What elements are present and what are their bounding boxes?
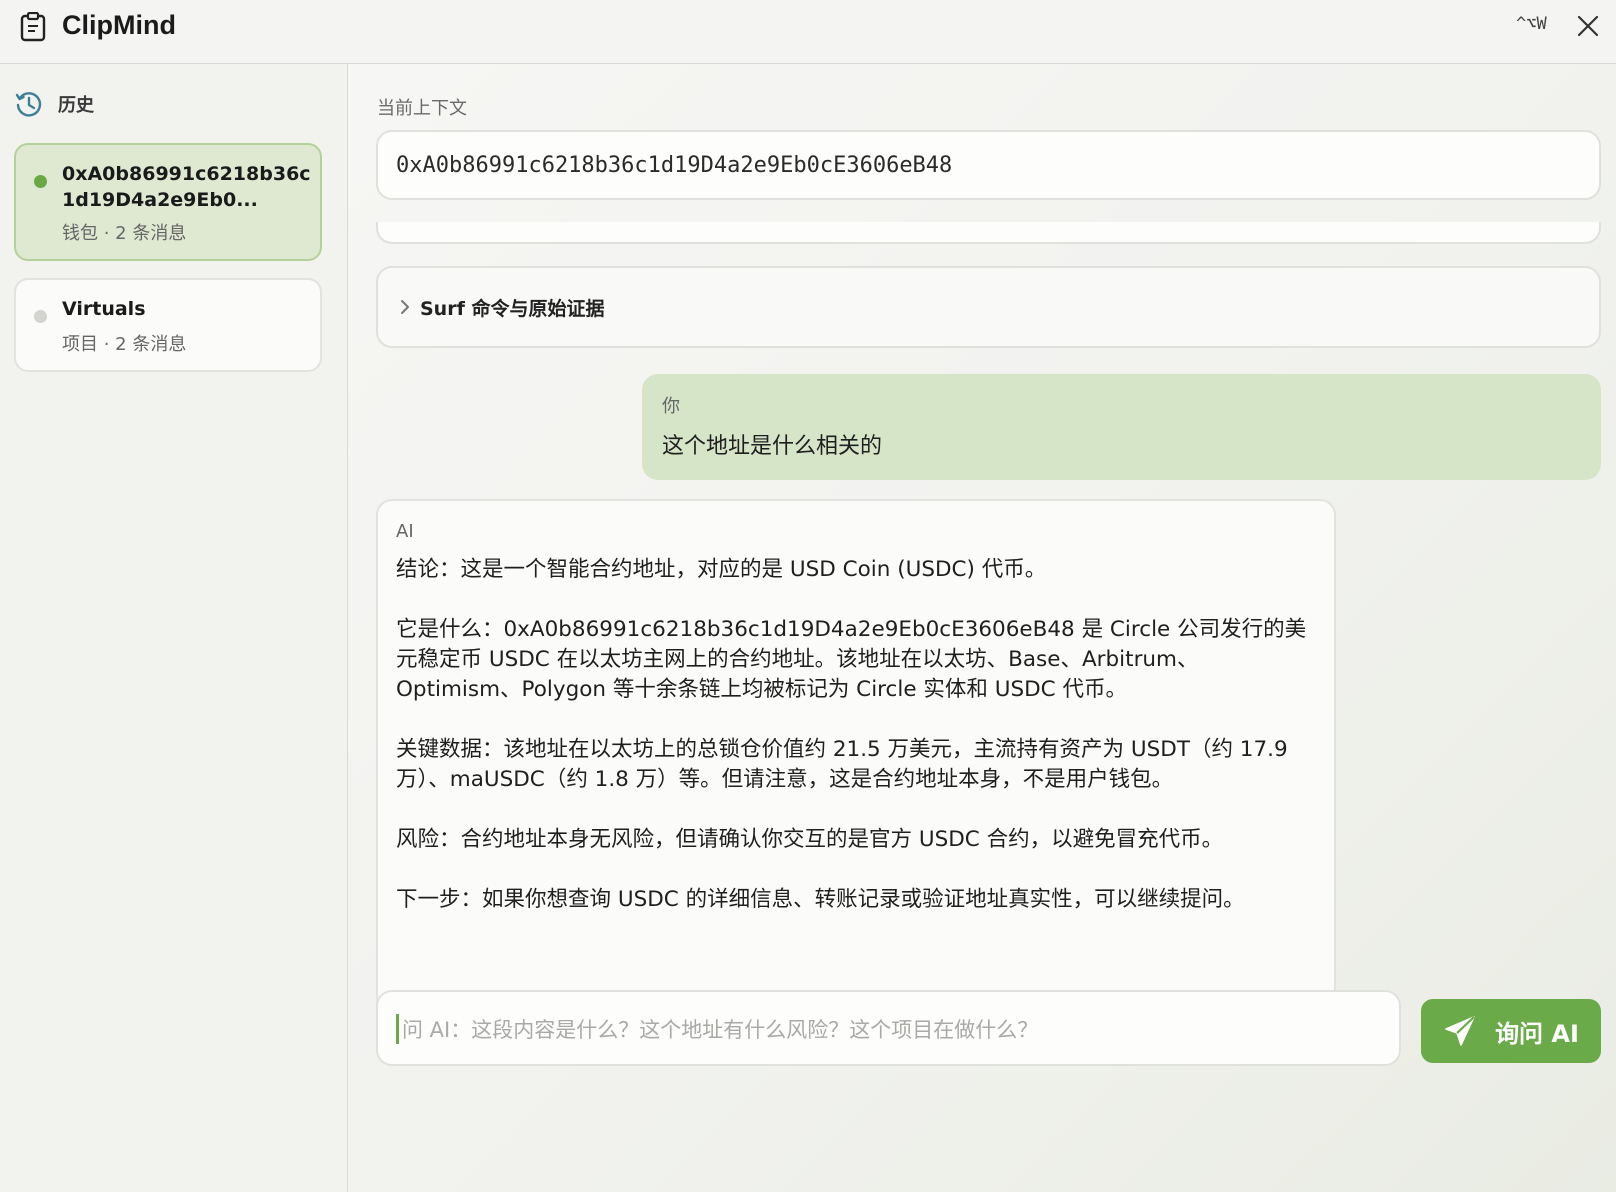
status-dot: [34, 310, 47, 323]
surf-evidence-label: Surf 命令与原始证据: [420, 297, 605, 320]
history-icon: [15, 92, 42, 117]
history-header: 历史: [14, 88, 94, 120]
ai-paragraph-what: 它是什么：0xA0b86991c6218b36c1d19D4a2e9Eb0cE3…: [396, 617, 1307, 702]
title-bar: ClipMind ^⌥W: [0, 0, 1616, 64]
ai-paragraph-next: 下一步：如果你想查询 USDC 的详细信息、转账记录或验证地址真实性，可以继续提…: [396, 887, 1245, 912]
ai-paragraph-conclusion: 结论：这是一个智能合约地址，对应的是 USD Coin (USDC) 代币。: [396, 557, 1047, 582]
chevron-right-icon: [401, 300, 409, 314]
history-item-meta: 项目 · 2 条消息: [62, 334, 187, 355]
ask-ai-button[interactable]: 询问 AI: [1421, 999, 1601, 1063]
user-message: 你 这个地址是什么相关的: [642, 374, 1601, 480]
clipboard-icon: [20, 12, 46, 42]
ask-input-placeholder: 问 AI：这段内容是什么？这个地址有什么风险？这个项目在做什么？: [402, 1018, 1039, 1042]
context-panel-edge: [376, 222, 1601, 244]
history-item-title: 0xA0b86991c6218b36c1d19D4a2e9Eb0...: [62, 163, 311, 211]
history-item-wallet[interactable]: 0xA0b86991c6218b36c1d19D4a2e9Eb0... 钱包 ·…: [14, 143, 322, 261]
shortcut-hint: ^⌥W: [1516, 14, 1547, 34]
ai-message: AI 结论：这是一个智能合约地址，对应的是 USD Coin (USDC) 代币…: [376, 499, 1336, 1031]
main-panel: 当前上下文 0xA0b86991c6218b36c1d19D4a2e9Eb0cE…: [349, 64, 1616, 1192]
app-title: ClipMind: [62, 10, 176, 40]
ai-paragraph-risk: 风险：合约地址本身无风险，但请确认你交互的是官方 USDC 合约，以避免冒充代币…: [396, 827, 1224, 852]
sidebar: 历史 0xA0b86991c6218b36c1d19D4a2e9Eb0... 钱…: [0, 64, 348, 1192]
history-label: 历史: [58, 95, 94, 116]
ai-paragraph-data: 关键数据：该地址在以太坊上的总锁仓价值约 21.5 万美元，主流持有资产为 US…: [396, 737, 1288, 792]
ai-message-text: 结论：这是一个智能合约地址，对应的是 USD Coin (USDC) 代币。 它…: [396, 555, 1316, 915]
close-icon[interactable]: [1574, 12, 1602, 40]
status-dot: [34, 175, 47, 188]
history-item-title: Virtuals: [62, 298, 146, 320]
history-item-virtuals[interactable]: Virtuals 项目 · 2 条消息: [14, 278, 322, 372]
surf-evidence-toggle[interactable]: Surf 命令与原始证据: [376, 266, 1601, 348]
user-message-text: 这个地址是什么相关的: [662, 434, 883, 459]
send-icon: [1445, 1016, 1475, 1046]
ai-role-label: AI: [396, 521, 414, 542]
user-role-label: 你: [662, 396, 680, 417]
history-item-meta: 钱包 · 2 条消息: [62, 223, 187, 244]
context-field[interactable]: 0xA0b86991c6218b36c1d19D4a2e9Eb0cE3606eB…: [376, 130, 1601, 200]
text-caret: [396, 1014, 399, 1044]
ask-input[interactable]: 问 AI：这段内容是什么？这个地址有什么风险？这个项目在做什么？: [376, 990, 1401, 1066]
context-label: 当前上下文: [377, 98, 467, 119]
ask-ai-button-label: 询问 AI: [1495, 1019, 1579, 1048]
